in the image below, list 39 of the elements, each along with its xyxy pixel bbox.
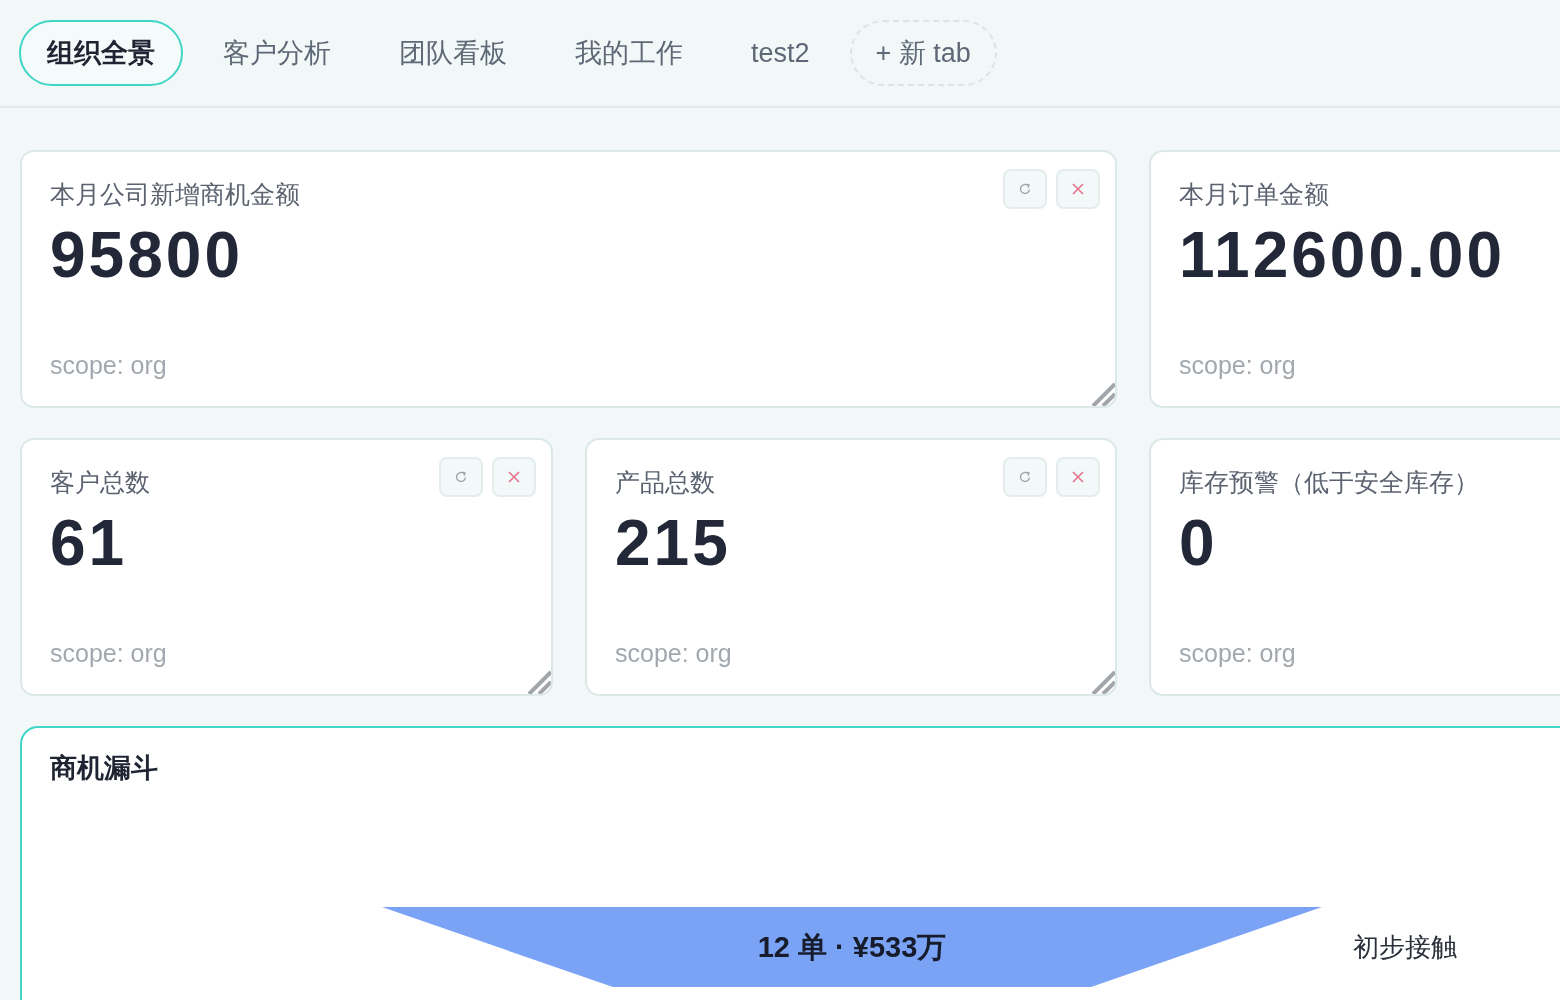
resize-handle-icon[interactable] — [1089, 668, 1115, 694]
funnel-title: 商机漏斗 — [50, 752, 159, 785]
tab[interactable]: 我的工作 — [547, 20, 711, 86]
tab[interactable]: test2 — [723, 20, 838, 86]
card-scope: scope: org — [50, 638, 168, 669]
resize-handle-icon[interactable] — [1089, 380, 1115, 406]
card-value: 0 — [1179, 507, 1219, 579]
close-icon — [1071, 182, 1085, 196]
card-title: 库存预警（低于安全库存） — [1179, 467, 1479, 498]
card-title: 客户总数 — [50, 467, 150, 498]
card-title: 本月订单金额 — [1179, 179, 1329, 210]
card-scope: scope: org — [50, 350, 168, 381]
stage-summary: 12 单 · ¥533万 — [757, 931, 947, 963]
refresh-icon — [1018, 470, 1032, 484]
card-scope: scope: org — [615, 638, 733, 669]
tab[interactable]: 组织全景 — [19, 20, 183, 86]
close-icon — [507, 470, 521, 484]
refresh-button[interactable] — [1003, 457, 1047, 497]
close-button[interactable] — [1056, 457, 1100, 497]
card-scope: scope: org — [1179, 350, 1297, 381]
card-title: 产品总数 — [615, 467, 715, 498]
card-value: 95800 — [50, 219, 244, 291]
refresh-icon — [1018, 182, 1032, 196]
refresh-button[interactable] — [439, 457, 483, 497]
card-title: 本月公司新增商机金额 — [50, 179, 300, 210]
resize-handle-icon[interactable] — [525, 668, 551, 694]
stage-label: 初步接触 — [1353, 930, 1457, 964]
card-value: 61 — [50, 507, 129, 579]
card-scope: scope: org — [1179, 638, 1297, 669]
tab[interactable]: 团队看板 — [371, 20, 535, 86]
close-button[interactable] — [492, 457, 536, 497]
new-tab-button[interactable]: + 新 tab — [849, 20, 997, 86]
close-icon — [1071, 470, 1085, 484]
card-value: 215 — [615, 507, 732, 579]
refresh-icon — [454, 470, 468, 484]
close-button[interactable] — [1056, 169, 1100, 209]
tab[interactable]: 客户分析 — [195, 20, 359, 86]
refresh-button[interactable] — [1003, 169, 1047, 209]
card-value: 112600.00 — [1179, 219, 1506, 291]
